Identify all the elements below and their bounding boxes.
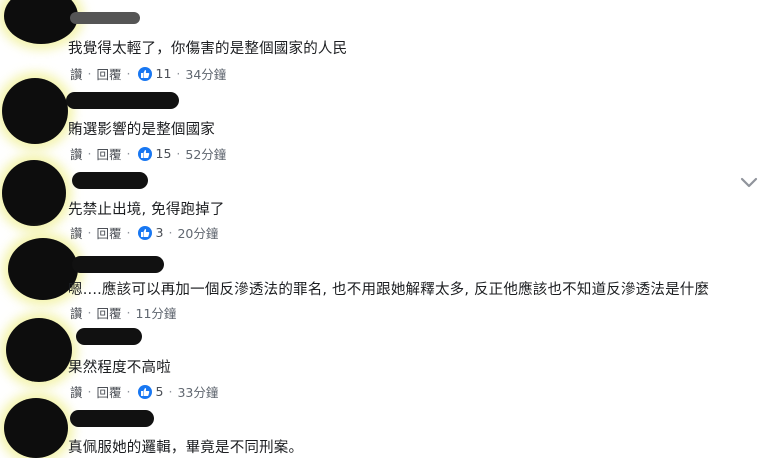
- separator: ·: [176, 66, 181, 81]
- separator: ·: [126, 305, 131, 320]
- thumbs-up-icon[interactable]: [137, 225, 152, 240]
- reply-link[interactable]: 回覆: [97, 144, 122, 163]
- reaction-count[interactable]: 15: [156, 146, 172, 161]
- comment-text: 果然程度不高啦: [68, 360, 171, 376]
- reply-link[interactable]: 回覆: [97, 382, 122, 401]
- timestamp[interactable]: 52分鐘: [185, 144, 226, 163]
- comment-meta: 讚 · 回覆 · 3 · 20分鐘: [70, 223, 218, 242]
- reaction-count[interactable]: 11: [156, 66, 172, 81]
- like-link[interactable]: 讚: [70, 64, 83, 83]
- comment-text: 真佩服她的邏輯，畢竟是不同刑案。: [68, 440, 304, 456]
- timestamp[interactable]: 34分鐘: [185, 64, 226, 83]
- comment-meta: 讚 · 回覆 · 11分鐘: [70, 303, 176, 322]
- comment-meta: 讚 · 回覆 · 5 · 33分鐘: [70, 382, 218, 401]
- comment-text: 先禁止出境, 免得跑掉了: [68, 202, 225, 218]
- like-link[interactable]: 讚: [70, 144, 83, 163]
- like-link[interactable]: 讚: [70, 382, 83, 401]
- timestamp[interactable]: 33分鐘: [177, 382, 218, 401]
- separator: ·: [87, 66, 92, 81]
- thumbs-up-icon[interactable]: [137, 146, 152, 161]
- commenter-name[interactable]: [72, 172, 148, 189]
- commenter-name[interactable]: [70, 410, 154, 427]
- commenter-name[interactable]: [76, 328, 142, 345]
- thumbs-up-icon[interactable]: [137, 384, 152, 399]
- separator: ·: [168, 225, 173, 240]
- avatar[interactable]: [2, 160, 66, 226]
- chevron-down-icon[interactable]: [740, 174, 758, 193]
- like-link[interactable]: 讚: [70, 223, 83, 242]
- avatar[interactable]: [2, 78, 68, 144]
- thumbs-up-icon[interactable]: [137, 66, 152, 81]
- avatar[interactable]: [4, 0, 78, 44]
- reply-link[interactable]: 回覆: [97, 64, 122, 83]
- reply-link[interactable]: 回覆: [97, 303, 122, 322]
- reply-link[interactable]: 回覆: [97, 223, 122, 242]
- separator: ·: [87, 146, 92, 161]
- commenter-name[interactable]: [70, 12, 140, 24]
- timestamp[interactable]: 20分鐘: [177, 223, 218, 242]
- separator: ·: [126, 66, 131, 81]
- timestamp[interactable]: 11分鐘: [136, 303, 177, 322]
- comment-meta: 讚 · 回覆 · 11 · 34分鐘: [70, 64, 226, 83]
- separator: ·: [126, 225, 131, 240]
- separator: ·: [126, 146, 131, 161]
- comment-text: 賄選影響的是整個國家: [68, 122, 215, 138]
- separator: ·: [168, 384, 173, 399]
- commenter-name[interactable]: [66, 92, 179, 109]
- separator: ·: [87, 384, 92, 399]
- reaction-count[interactable]: 5: [156, 384, 164, 399]
- comment-text: 我覺得太輕了，你傷害的是整個國家的人民: [68, 41, 348, 57]
- separator: ·: [126, 384, 131, 399]
- comment-text: 嗯....應該可以再加一個反滲透法的罪名, 也不用跟她解釋太多, 反正他應該也不…: [68, 282, 710, 298]
- separator: ·: [176, 146, 181, 161]
- avatar[interactable]: [4, 398, 68, 458]
- like-link[interactable]: 讚: [70, 303, 83, 322]
- comment-meta: 讚 · 回覆 · 15 · 52分鐘: [70, 144, 226, 163]
- reaction-count[interactable]: 3: [156, 225, 164, 240]
- separator: ·: [87, 305, 92, 320]
- avatar[interactable]: [6, 318, 72, 382]
- separator: ·: [87, 225, 92, 240]
- commenter-name[interactable]: [72, 256, 164, 273]
